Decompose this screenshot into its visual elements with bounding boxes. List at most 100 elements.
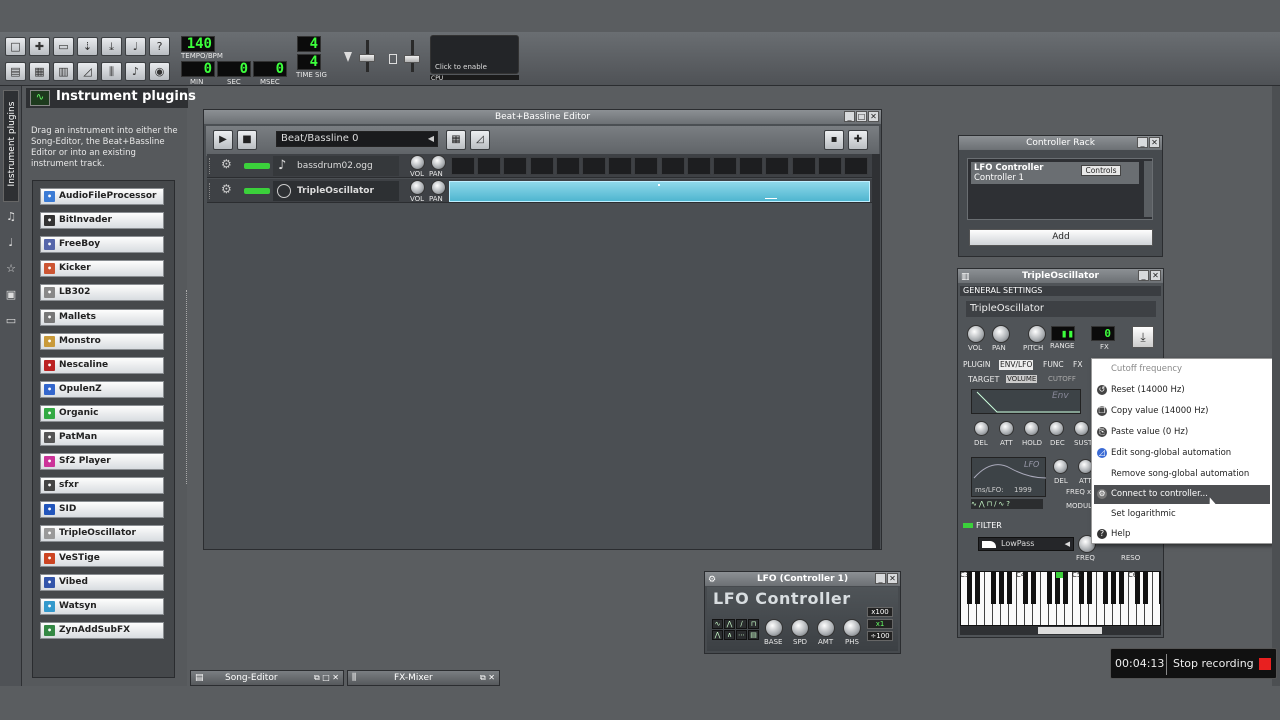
controls-button[interactable]: Controls bbox=[1081, 165, 1121, 176]
env-dec-knob[interactable] bbox=[1049, 421, 1064, 436]
track-grip[interactable] bbox=[209, 183, 213, 199]
plugin-item[interactable]: • PatMan bbox=[40, 429, 164, 446]
fx-mixer-icon[interactable]: ⫼ bbox=[101, 62, 122, 81]
plugin-item[interactable]: • SID bbox=[40, 501, 164, 519]
whats-this-icon[interactable]: ? bbox=[149, 37, 170, 56]
tab-func[interactable]: FUNC bbox=[1043, 360, 1064, 370]
plugin-item[interactable]: • Sf2 Player bbox=[40, 453, 164, 471]
tripleoscillator-titlebar[interactable]: ▥ TripleOscillator _ ✕ bbox=[958, 269, 1163, 283]
plugin-item[interactable]: • FreeBoy bbox=[40, 236, 164, 254]
step-button[interactable] bbox=[608, 157, 633, 175]
tempo-display[interactable]: 140 bbox=[181, 36, 215, 52]
context-menu-item[interactable]: ↺ Reset (14000 Hz) bbox=[1094, 381, 1270, 400]
minimize-icon[interactable]: _ bbox=[875, 573, 886, 584]
instrument-name-field[interactable]: TripleOscillator bbox=[966, 301, 1156, 317]
lfo-controller-titlebar[interactable]: ⚙ LFO (Controller 1) _ ✕ bbox=[705, 572, 900, 586]
context-menu-item[interactable]: ? Help bbox=[1094, 525, 1270, 544]
melody-pattern[interactable] bbox=[449, 181, 870, 202]
sidetab-root-directory-icon[interactable]: ▭ bbox=[3, 314, 19, 332]
piano-black-key[interactable] bbox=[1110, 572, 1116, 604]
target-volume-tab[interactable]: VOLUME bbox=[1006, 375, 1038, 383]
add-controller-button[interactable]: Add bbox=[969, 229, 1153, 246]
cpu-graph[interactable]: Click to enable bbox=[430, 35, 519, 74]
tab-env-lfo[interactable]: ENV/LFO bbox=[999, 360, 1034, 370]
wave-user-icon[interactable]: ▤ bbox=[748, 630, 759, 640]
env-hold-knob[interactable] bbox=[1024, 421, 1039, 436]
plugin-item[interactable]: • Monstro bbox=[40, 332, 164, 350]
piano-black-key[interactable] bbox=[974, 572, 980, 604]
track-mute-led[interactable] bbox=[244, 188, 270, 194]
pitch-knob[interactable] bbox=[1028, 325, 1046, 343]
track-pan-knob[interactable] bbox=[431, 155, 446, 170]
rack-scrollbar[interactable] bbox=[1144, 161, 1152, 217]
maximize-icon[interactable]: □ bbox=[856, 111, 867, 122]
step-button[interactable] bbox=[765, 157, 790, 175]
close-icon[interactable]: ✕ bbox=[887, 573, 898, 584]
export-icon[interactable]: ♩ bbox=[125, 37, 146, 56]
wave-sine-icon[interactable]: ∿ bbox=[712, 619, 723, 629]
plugin-item[interactable]: • VeSTige bbox=[40, 549, 164, 567]
track-settings-gear-icon[interactable]: ⚙ bbox=[221, 157, 232, 171]
piano-black-key[interactable] bbox=[1142, 572, 1148, 604]
track-volume-knob[interactable] bbox=[410, 155, 425, 170]
wave-saw-icon[interactable]: ∕ bbox=[736, 619, 747, 629]
context-menu-item[interactable]: Remove song-global automation bbox=[1094, 465, 1270, 484]
open-project-icon[interactable]: ▭ bbox=[53, 37, 74, 56]
lfo-del-knob[interactable] bbox=[1053, 459, 1068, 474]
track-mute-led[interactable] bbox=[244, 163, 270, 169]
wave-moog-icon[interactable]: ⋀ bbox=[712, 630, 723, 640]
save-project-icon[interactable]: ⤓ bbox=[101, 37, 122, 56]
remove-steps-icon[interactable]: ▪ bbox=[824, 130, 844, 150]
automation-editor-icon[interactable]: ◿ bbox=[77, 62, 98, 81]
piano-scrollbar[interactable] bbox=[960, 626, 1161, 635]
lfo-controller-entry[interactable]: LFO Controller Controller 1 Controls bbox=[971, 162, 1139, 184]
piano-black-key[interactable] bbox=[1086, 572, 1092, 604]
add-bb-track-icon[interactable]: ▦ bbox=[446, 130, 466, 150]
plugin-item[interactable]: • Nescaline bbox=[40, 356, 164, 374]
multiplier-x100[interactable]: x100 bbox=[867, 607, 893, 617]
multiplier-div100[interactable]: ÷100 bbox=[867, 631, 893, 641]
base-note-marker[interactable] bbox=[1056, 572, 1063, 578]
song-editor-icon[interactable]: ▤ bbox=[5, 62, 26, 81]
step-button[interactable] bbox=[844, 157, 868, 175]
browser-splitter[interactable] bbox=[186, 290, 188, 484]
recent-projects-icon[interactable]: ⇣ bbox=[77, 37, 98, 56]
master-pitch-handle[interactable] bbox=[404, 55, 420, 63]
step-button[interactable] bbox=[634, 157, 659, 175]
add-automation-track-icon[interactable]: ◿ bbox=[470, 130, 490, 150]
close-icon[interactable]: ✕ bbox=[868, 111, 879, 122]
piano-scroll-handle[interactable] bbox=[1038, 627, 1102, 634]
piano-black-key[interactable] bbox=[990, 572, 996, 604]
piano-black-key[interactable] bbox=[1102, 572, 1108, 604]
workspace-vertical-scrollbar[interactable] bbox=[1272, 86, 1280, 686]
piano-black-key[interactable] bbox=[1062, 572, 1068, 604]
step-button[interactable] bbox=[660, 157, 685, 175]
piano-keyboard[interactable] bbox=[960, 571, 1161, 626]
env-sust-knob[interactable] bbox=[1074, 421, 1089, 436]
close-icon[interactable]: ✕ bbox=[1150, 270, 1161, 281]
track-name-button[interactable]: TripleOscillator bbox=[273, 181, 399, 201]
piano-black-key[interactable] bbox=[1006, 572, 1012, 604]
multiplier-x1[interactable]: x1 bbox=[867, 619, 893, 629]
envelope-graph[interactable]: Env bbox=[971, 389, 1081, 414]
step-button[interactable] bbox=[817, 157, 842, 175]
controller-rack-icon[interactable]: ◉ bbox=[149, 62, 170, 81]
track-name-button[interactable]: ♪ bassdrum02.ogg bbox=[273, 156, 399, 176]
plugin-item[interactable]: • OpulenZ bbox=[40, 380, 164, 398]
plugin-item[interactable]: • Vibed bbox=[40, 573, 164, 591]
plugin-item[interactable]: • Mallets bbox=[40, 308, 164, 326]
context-menu-item[interactable]: ⚙ Connect to controller... bbox=[1094, 485, 1270, 504]
sidetab-my-home-icon[interactable]: ▣ bbox=[3, 288, 19, 306]
piano-black-key[interactable] bbox=[1030, 572, 1036, 604]
context-menu-item[interactable]: ⎘ Paste value (0 Hz) bbox=[1094, 423, 1270, 442]
piano-black-key[interactable] bbox=[1158, 572, 1160, 604]
minimize-icon[interactable]: _ bbox=[1137, 137, 1148, 148]
filter-enable-led[interactable] bbox=[963, 523, 973, 528]
tab-plugin[interactable]: PLUGIN bbox=[963, 360, 990, 370]
context-menu-item[interactable]: Set logarithmic bbox=[1094, 505, 1270, 524]
stop-recording-icon[interactable] bbox=[1259, 658, 1271, 670]
context-menu-item[interactable]: ❐ Copy value (14000 Hz) bbox=[1094, 402, 1270, 421]
env-att-knob[interactable] bbox=[999, 421, 1014, 436]
lfo-waveform-buttons[interactable]: ∿⋀⊓∕∿? bbox=[971, 499, 1043, 509]
step-button[interactable] bbox=[713, 157, 737, 175]
